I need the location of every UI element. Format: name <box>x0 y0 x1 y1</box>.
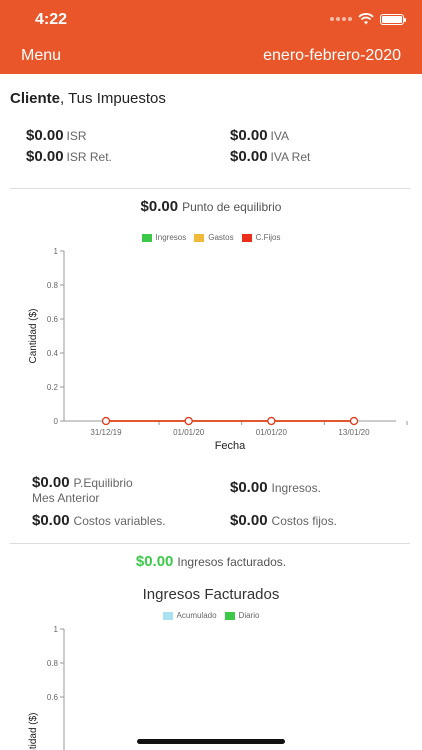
invoiced-bar-chart: 0.6 0.8 1 Cantidad ($) <box>28 625 65 750</box>
tax-iva-ret-label: IVA Ret <box>270 150 311 164</box>
client-label: Cliente <box>10 90 61 107</box>
tax-isr-ret-label: ISR Ret. <box>66 150 112 164</box>
stat-ingresos-amount: $0.00 <box>230 479 268 496</box>
menu-button[interactable]: Menu <box>21 47 61 65</box>
x-axis-label: Fecha <box>215 440 246 452</box>
battery-icon <box>380 13 406 25</box>
stat-prev-breakeven-label2: Mes Anterior <box>32 491 100 505</box>
stat-costos-variables-amount: $0.00 <box>32 512 70 529</box>
stat-costos-fijos-amount: $0.00 <box>230 512 268 529</box>
invoiced-label: Ingresos facturados. <box>177 555 287 569</box>
invoiced-summary: $0.00 Ingresos facturados. <box>0 553 422 570</box>
status-bar: 4:22 <box>0 0 422 40</box>
data-point-cfijos <box>184 416 193 426</box>
stat-costos-variables-label: Costos variables. <box>73 514 166 528</box>
breakeven-amount: $0.00 <box>140 198 179 215</box>
tax-iva: $0.00 IVA <box>230 127 289 144</box>
home-indicator <box>137 739 285 744</box>
stat-costos-variables: $0.00 Costos variables. <box>32 512 166 529</box>
y-tick-label: 0.2 <box>47 383 59 392</box>
y-tick-label: 0.8 <box>47 281 59 290</box>
stat-costos-fijos: $0.00 Costos fijos. <box>230 512 337 529</box>
y-tick-label: 0 <box>54 417 59 426</box>
legend-label-diario: Diario <box>238 611 260 620</box>
legend-label-acumulado: Acumulado <box>176 611 217 620</box>
client-header: Cliente, Tus Impuestos <box>10 90 166 107</box>
breakeven-summary: $0.00 Punto de equilibrio <box>0 198 422 215</box>
wifi-icon <box>358 13 374 25</box>
x-tick-label: 31/12/19 <box>90 428 122 437</box>
legend-swatch-diario <box>224 611 235 620</box>
tax-iva-ret: $0.00 IVA Ret <box>230 148 310 165</box>
x-tick-label: 01/01/20 <box>173 428 205 437</box>
y-tick-label: 0.4 <box>47 349 59 358</box>
tax-isr: $0.00 ISR <box>26 127 87 144</box>
tax-iva-amount: $0.00 <box>230 127 268 144</box>
data-point-cfijos <box>349 416 359 426</box>
tax-isr-label: ISR <box>66 129 87 143</box>
y-tick-label: 0.6 <box>47 693 59 702</box>
client-name: , Tus Impuestos <box>60 90 166 107</box>
divider <box>10 543 410 544</box>
legend-item-diario: Diario <box>224 611 260 620</box>
stat-prev-breakeven-amount: $0.00 <box>32 474 70 491</box>
tax-iva-ret-amount: $0.00 <box>230 148 268 165</box>
stat-prev-breakeven: $0.00 P.Equilibrio Mes Anterior <box>32 474 133 505</box>
divider <box>10 188 410 189</box>
tax-iva-label: IVA <box>270 129 289 143</box>
y-axis-label: Cantidad ($) <box>28 308 39 363</box>
period-selector[interactable]: enero-febrero-2020 <box>263 47 401 65</box>
tax-isr-ret-amount: $0.00 <box>26 148 64 165</box>
nav-bar: Menu enero-febrero-2020 <box>0 40 422 74</box>
status-time: 4:22 <box>35 11 68 28</box>
y-axis-label: Cantidad ($) <box>28 712 39 750</box>
chart2-title: Ingresos Facturados <box>142 586 280 603</box>
chart2-legend: Acumulado Diario <box>0 611 422 620</box>
breakeven-label: Punto de equilibrio <box>182 200 282 214</box>
tax-isr-amount: $0.00 <box>26 127 64 144</box>
stat-costos-fijos-label: Costos fijos. <box>271 514 337 528</box>
stat-ingresos: $0.00 Ingresos. <box>230 479 321 496</box>
legend-item-acumulado: Acumulado <box>162 611 217 620</box>
status-icons <box>330 13 406 25</box>
stat-ingresos-label: Ingresos. <box>271 481 321 495</box>
y-tick-label: 0.8 <box>47 659 59 668</box>
signal-icon <box>330 17 352 21</box>
y-tick-label: 1 <box>54 247 59 256</box>
stat-prev-breakeven-label: P.Equilibrio <box>73 476 133 490</box>
y-tick-label: 0.6 <box>47 315 59 324</box>
y-tick-label: 1 <box>54 625 59 634</box>
legend-swatch-acumulado <box>162 611 173 620</box>
data-point-cfijos <box>101 416 111 426</box>
x-tick-label: 01/01/20 <box>256 428 288 437</box>
tax-isr-ret: $0.00 ISR Ret. <box>26 148 112 165</box>
x-tick-label: 13/01/20 <box>338 428 370 437</box>
breakeven-line-chart: 0 0.2 0.4 0.6 0.8 1 31/12/19 01/01/20 01/01/20 13… <box>28 247 408 452</box>
data-point-cfijos <box>267 416 276 426</box>
invoiced-amount: $0.00 <box>135 553 174 570</box>
